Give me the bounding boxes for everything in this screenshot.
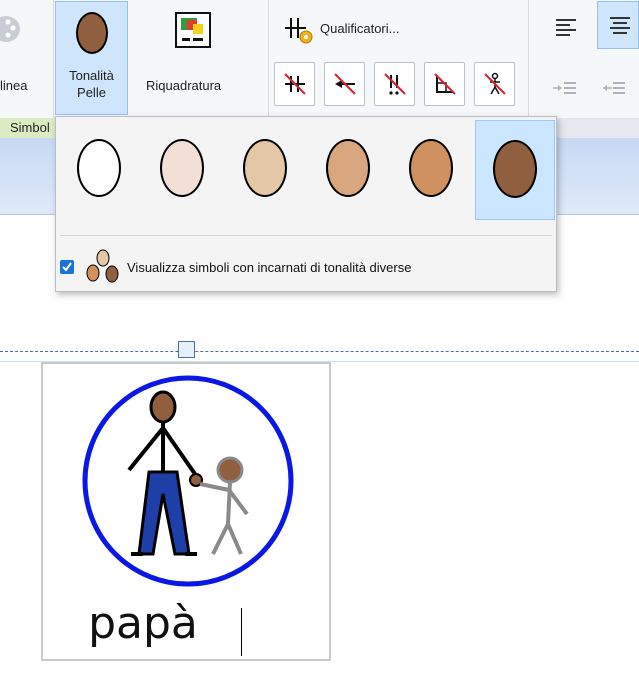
- diverse-skin-tones-checkbox[interactable]: [60, 260, 74, 274]
- skin-tone-popup: Visualizza simboli con incarnati di tona…: [55, 116, 557, 292]
- father-symbol-icon: [82, 375, 294, 587]
- skin-tone-icon: [76, 12, 108, 54]
- check-icon: [62, 262, 72, 272]
- skin-tone-label-line2: Pelle: [77, 85, 106, 100]
- text-cursor: [241, 608, 242, 656]
- outline-button-label: linea: [0, 78, 28, 93]
- skin-tone-option-6[interactable]: [475, 120, 555, 220]
- diverse-skin-tones-label: Visualizza simboli con incarnati di tona…: [127, 260, 412, 275]
- qualifiers-button[interactable]: Qualificatori...: [282, 12, 432, 48]
- line-guide: [0, 351, 639, 352]
- skin-tone-option-2[interactable]: [143, 120, 223, 220]
- palette-icon: [0, 16, 20, 42]
- symbol-group-label: Simbol: [0, 118, 56, 138]
- symbol-word[interactable]: papà: [0, 598, 286, 649]
- person-qualifier-icon: [484, 72, 506, 95]
- align-center-button[interactable]: [597, 1, 639, 49]
- skin-tone-option-5[interactable]: [392, 120, 472, 220]
- skin-tone-option-3[interactable]: [226, 120, 306, 220]
- ribbon-separator: [53, 0, 54, 118]
- past-tense-qualifier-icon: [334, 73, 356, 95]
- skin-tone-swatch-icon: [160, 139, 204, 197]
- skin-tone-label-line1: Tonalità: [69, 68, 114, 83]
- ribbon-separator: [528, 0, 529, 118]
- popup-divider: [60, 235, 552, 236]
- align-center-icon: [610, 17, 630, 34]
- reframe-icon: [175, 12, 211, 48]
- comparative-qualifier-icon: [434, 73, 456, 95]
- skin-tone-button[interactable]: Tonalità Pelle: [55, 1, 128, 115]
- skin-tone-swatch-icon: [77, 139, 121, 197]
- skin-tone-swatch-icon: [409, 139, 453, 197]
- line-handle[interactable]: [178, 341, 195, 358]
- increase-indent-button[interactable]: [548, 70, 586, 108]
- indent-decrease-icon: [603, 82, 625, 94]
- qualifiers-label: Qualificatori...: [320, 21, 400, 36]
- skin-tone-option-1[interactable]: [60, 120, 140, 220]
- qualifier-emphasis-button[interactable]: [374, 62, 415, 106]
- reframe-button[interactable]: Riquadratura: [138, 0, 250, 115]
- skin-tone-option-4[interactable]: [309, 120, 389, 220]
- qualifier-comparative-button[interactable]: [424, 62, 465, 106]
- qualifiers-icon: [285, 18, 313, 44]
- outline-button[interactable]: linea: [0, 0, 52, 115]
- skin-tone-swatch-icon: [326, 139, 370, 197]
- ribbon-separator: [268, 0, 269, 118]
- reframe-button-label: Riquadratura: [146, 78, 222, 93]
- skin-tone-swatch-icon: [493, 140, 537, 198]
- skin-tones-icon: [86, 249, 119, 283]
- emphasis-qualifier-icon: [384, 73, 406, 95]
- qualifier-past-button[interactable]: [324, 62, 365, 106]
- skin-tone-swatch-icon: [243, 139, 287, 197]
- qualifier-person-button[interactable]: [474, 62, 515, 106]
- decrease-indent-button[interactable]: [597, 70, 635, 108]
- align-left-icon: [556, 19, 576, 36]
- indent-increase-icon: [553, 82, 576, 94]
- plural-qualifier-icon: [284, 73, 306, 95]
- qualifier-plural-button[interactable]: [274, 62, 315, 106]
- align-left-button[interactable]: [548, 10, 586, 48]
